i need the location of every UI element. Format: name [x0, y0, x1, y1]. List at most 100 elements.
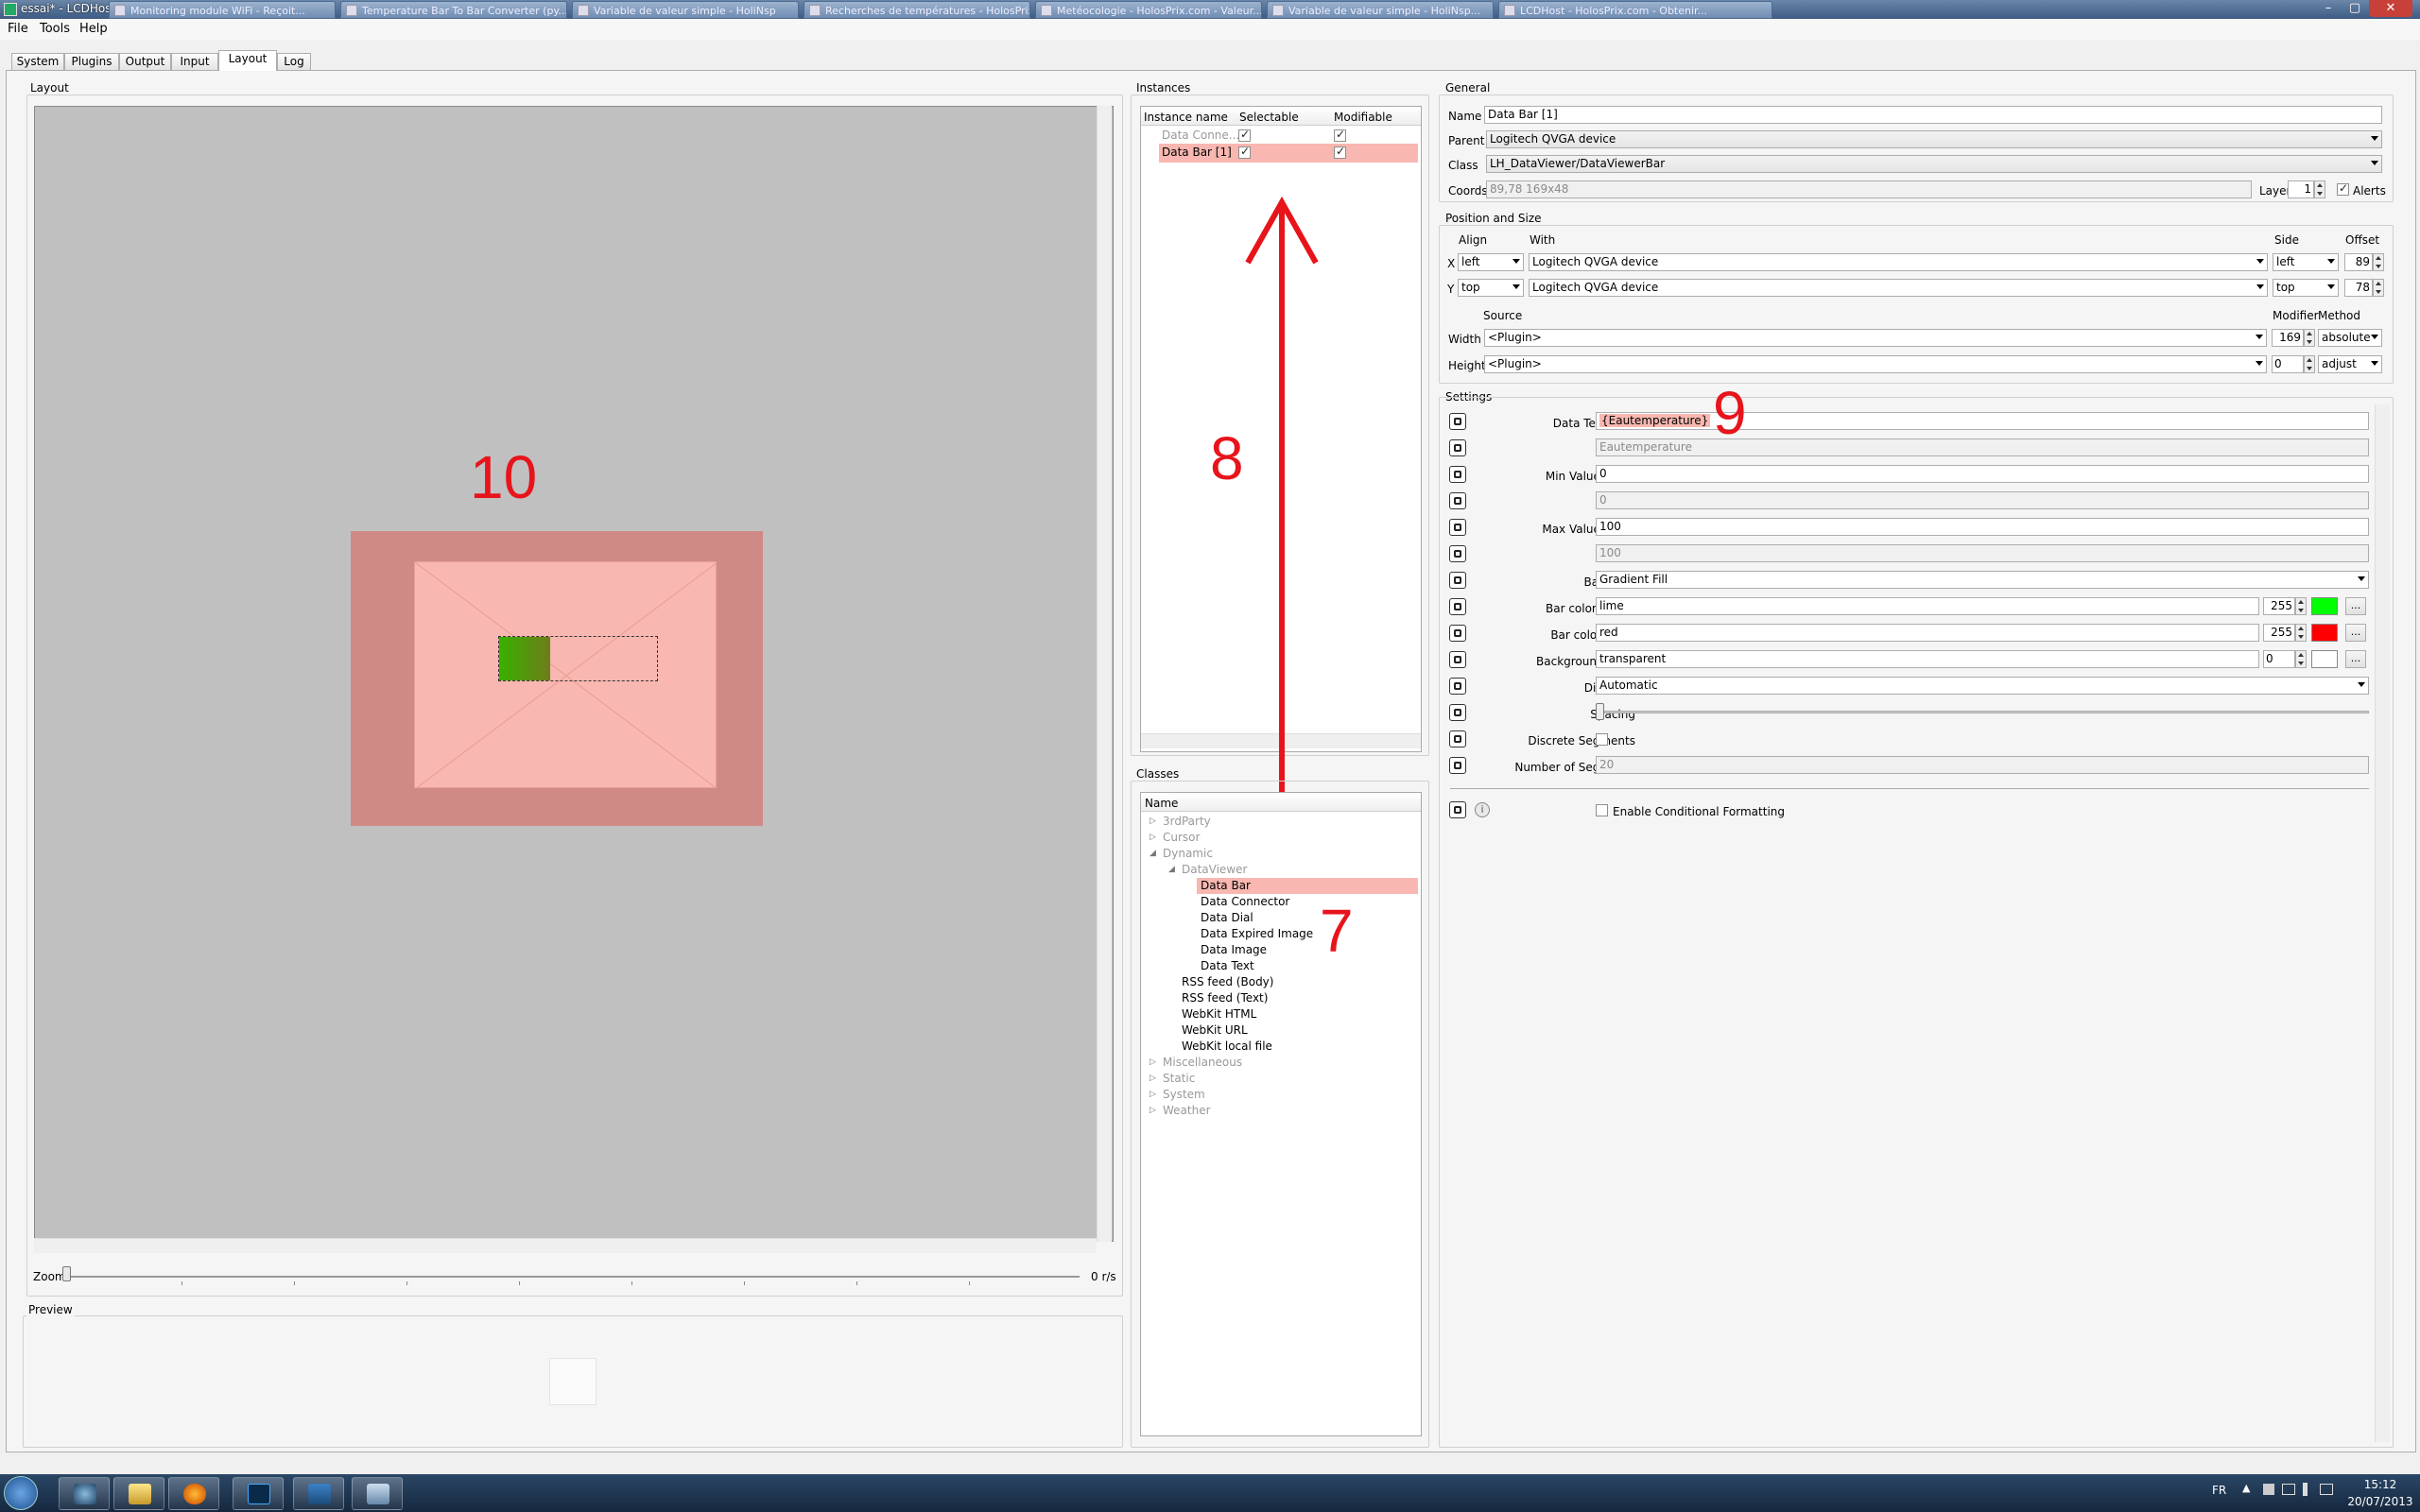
class-item[interactable]: Dynamic: [1163, 847, 1213, 860]
data-template-input[interactable]: {Eautemperature}: [1596, 412, 2369, 430]
expand-arrow-icon[interactable]: ▷: [1150, 1057, 1156, 1067]
selectable-checkbox[interactable]: [1238, 128, 1251, 142]
class-item[interactable]: Static: [1163, 1072, 1195, 1085]
volume-icon[interactable]: [2303, 1483, 2314, 1496]
bar-color-start-alpha[interactable]: 255: [2263, 597, 2295, 615]
width-method-select[interactable]: absolute: [2318, 329, 2382, 347]
background-color-alpha[interactable]: 0: [2263, 650, 2295, 668]
link-source-icon[interactable]: [1449, 519, 1466, 536]
class-item[interactable]: RSS feed (Text): [1182, 991, 1268, 1005]
lcd-screen[interactable]: [414, 561, 717, 788]
link-source-icon[interactable]: [1449, 439, 1466, 456]
expand-arrow-icon[interactable]: ▷: [1150, 816, 1156, 826]
x-align-select[interactable]: left: [1458, 253, 1524, 271]
class-item[interactable]: Data Expired Image: [1201, 927, 1313, 940]
monitor-icon[interactable]: [2320, 1484, 2333, 1495]
tab-log[interactable]: Log: [277, 53, 311, 70]
tab-system[interactable]: System: [11, 53, 64, 70]
zoom-slider-handle[interactable]: [62, 1266, 71, 1281]
tab-plugins[interactable]: Plugins: [64, 53, 119, 70]
bar-color-end-picker-button[interactable]: ...: [2345, 624, 2366, 642]
expand-arrow-icon[interactable]: ▷: [1150, 1090, 1156, 1099]
bar-color-end-alpha[interactable]: 255: [2263, 624, 2295, 642]
browser-tab[interactable]: Variable de valeur simple - HoliNsp...: [1267, 1, 1494, 19]
network-icon[interactable]: [2282, 1484, 2295, 1495]
taskbar-thunderbird[interactable]: [59, 1477, 110, 1510]
taskbar-lcdhost[interactable]: [293, 1477, 344, 1510]
taskbar-photoshop[interactable]: [233, 1477, 284, 1510]
bar-color-start-alpha-buttons[interactable]: [2295, 597, 2307, 615]
class-item[interactable]: Cursor: [1163, 831, 1200, 844]
class-item[interactable]: DataViewer: [1182, 863, 1247, 876]
browser-tab[interactable]: Metéocologie - HolosPrix.com - Valeur...: [1035, 1, 1262, 19]
spacing-slider-handle[interactable]: [1596, 703, 1604, 720]
discrete-segments-checkbox[interactable]: [1596, 733, 1608, 746]
menu-help[interactable]: Help: [79, 22, 108, 36]
expand-arrow-icon[interactable]: ▷: [1150, 1074, 1156, 1083]
collapse-arrow-icon[interactable]: ◢: [1168, 865, 1175, 874]
link-source-icon[interactable]: [1449, 413, 1466, 430]
direction-select[interactable]: Automatic: [1596, 677, 2369, 695]
spacing-slider[interactable]: [1598, 711, 2369, 713]
tab-output[interactable]: Output: [119, 53, 171, 70]
taskbar-window[interactable]: [352, 1477, 403, 1510]
class-item[interactable]: Data Bar: [1201, 879, 1251, 892]
link-source-icon[interactable]: [1449, 572, 1466, 589]
min-value-input[interactable]: 0: [1596, 465, 2369, 483]
flag-icon[interactable]: [2263, 1484, 2274, 1495]
language-indicator[interactable]: FR: [2212, 1484, 2226, 1497]
bar-color-start-picker-button[interactable]: ...: [2345, 597, 2366, 615]
max-value-input[interactable]: 100: [1596, 518, 2369, 536]
link-source-icon[interactable]: [1449, 545, 1466, 562]
browser-tab[interactable]: LCDHost - HolosPrix.com - Obtenir...: [1498, 1, 1772, 19]
x-side-select[interactable]: left: [2273, 253, 2339, 271]
selectable-checkbox[interactable]: [1238, 145, 1251, 159]
class-item[interactable]: WebKit HTML: [1182, 1007, 1256, 1021]
menu-file[interactable]: File: [8, 22, 28, 36]
width-source-select[interactable]: <Plugin>: [1484, 329, 2267, 347]
y-with-select[interactable]: Logitech QVGA device: [1529, 279, 2268, 297]
link-source-icon[interactable]: [1449, 651, 1466, 668]
settings-vertical-scrollbar[interactable]: [2375, 404, 2390, 1442]
parent-select[interactable]: Logitech QVGA device: [1486, 130, 2382, 148]
height-method-select[interactable]: adjust: [2318, 355, 2382, 373]
bar-color-start-input[interactable]: lime: [1596, 597, 2259, 615]
instance-name[interactable]: Data Conne...: [1162, 129, 1239, 142]
tab-input[interactable]: Input: [171, 53, 218, 70]
browser-tab[interactable]: Temperature Bar To Bar Converter (py...: [340, 1, 567, 19]
height-modifier-spin-buttons[interactable]: [2304, 355, 2315, 373]
class-item[interactable]: Data Image: [1201, 943, 1267, 956]
modifiable-checkbox[interactable]: [1334, 128, 1346, 142]
bar-color-start-swatch[interactable]: [2311, 597, 2338, 615]
layer-spinbox[interactable]: 1: [2288, 180, 2314, 198]
expand-arrow-icon[interactable]: ▷: [1150, 833, 1156, 842]
height-modifier-spinbox[interactable]: 0: [2272, 355, 2304, 373]
layout-vertical-scrollbar[interactable]: [1097, 106, 1112, 1242]
clock-date[interactable]: 20/07/2013: [2341, 1495, 2420, 1508]
browser-tab[interactable]: Variable de valeur simple - HoliNsp: [572, 1, 799, 19]
zoom-slider[interactable]: [68, 1276, 1080, 1278]
show-hidden-icons-button[interactable]: ▲: [2242, 1482, 2250, 1494]
header-instance-name[interactable]: Instance name: [1144, 111, 1228, 124]
info-icon[interactable]: i: [1475, 802, 1490, 817]
link-source-icon[interactable]: [1449, 801, 1466, 818]
bar-color-end-input[interactable]: red: [1596, 624, 2259, 642]
x-offset-spin-buttons[interactable]: [2373, 253, 2384, 271]
y-offset-spin-buttons[interactable]: [2373, 279, 2384, 297]
x-offset-spinbox[interactable]: 89: [2344, 253, 2373, 271]
link-source-icon[interactable]: [1449, 730, 1466, 747]
browser-tab[interactable]: Monitoring module WiFi - Reçoit...: [109, 1, 336, 19]
class-item[interactable]: System: [1163, 1088, 1205, 1101]
expand-arrow-icon[interactable]: ▷: [1150, 1106, 1156, 1115]
alerts-checkbox[interactable]: [2337, 181, 2349, 196]
bar-color-end-swatch[interactable]: [2311, 624, 2338, 642]
header-modifiable[interactable]: Modifiable: [1334, 111, 1392, 124]
taskbar-firefox[interactable]: [168, 1477, 219, 1510]
background-color-swatch[interactable]: [2311, 650, 2338, 668]
background-color-input[interactable]: transparent: [1596, 650, 2259, 668]
x-with-select[interactable]: Logitech QVGA device: [1529, 253, 2268, 271]
class-item[interactable]: Weather: [1163, 1104, 1211, 1117]
link-source-icon[interactable]: [1449, 492, 1466, 509]
class-item[interactable]: WebKit URL: [1182, 1023, 1248, 1037]
maximize-button[interactable]: ▢: [2342, 0, 2367, 17]
